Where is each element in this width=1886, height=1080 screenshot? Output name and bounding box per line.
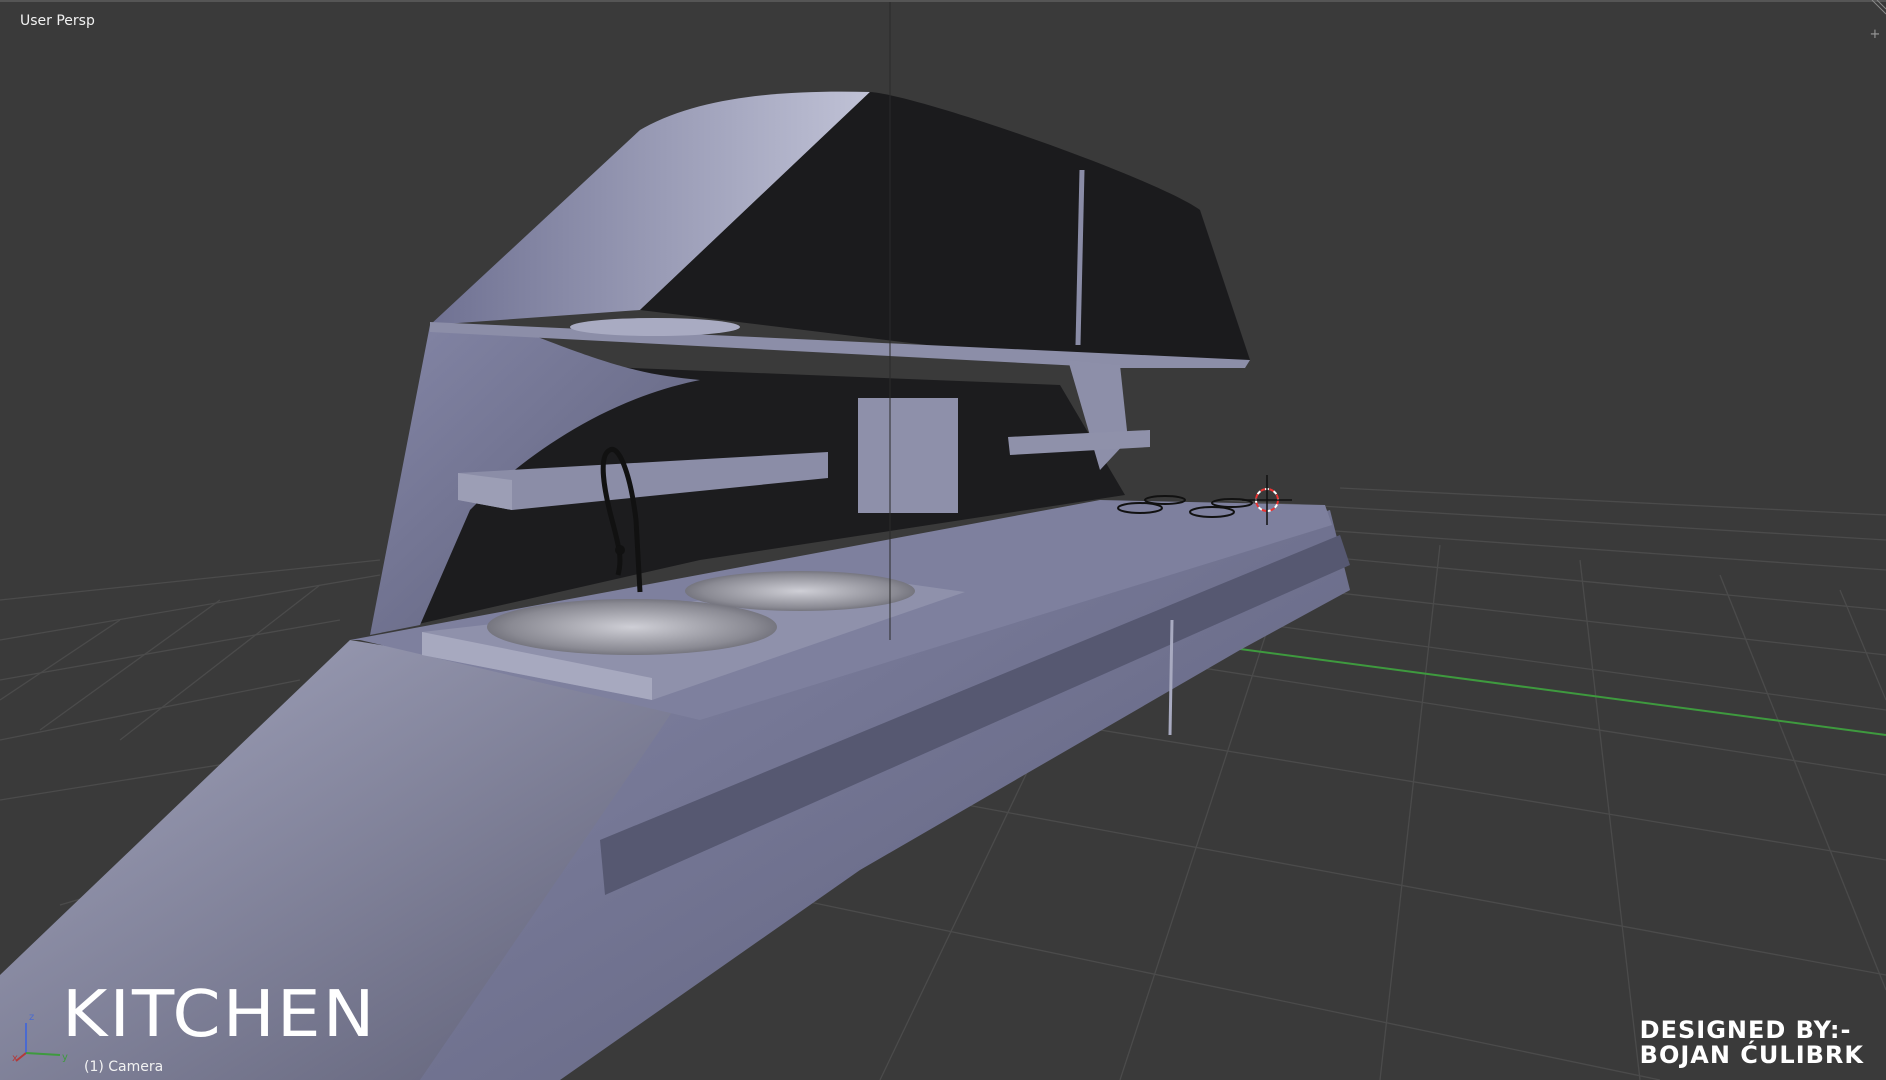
corner-grip-icon: [1871, 0, 1886, 15]
hood-light-fixture: [570, 318, 740, 336]
sink-basin-left: [487, 599, 777, 655]
3d-viewport[interactable]: User Persp + KITCHEN DESIGNED BY:- BOJAN…: [0, 0, 1886, 1080]
view-mode-label: User Persp: [20, 13, 95, 29]
y-axis-gizmo: [25, 1052, 61, 1056]
faucet-head: [615, 545, 625, 555]
kitchen-title-overlay: KITCHEN: [62, 978, 377, 1052]
plus-icon: +: [1869, 27, 1881, 42]
y-axis-label: y: [62, 1052, 68, 1063]
axis-orientation-gizmo: z x y: [12, 1012, 68, 1064]
active-object-label: (1) Camera: [84, 1059, 164, 1075]
center-panel: [858, 398, 958, 513]
designer-credits: DESIGNED BY:- BOJAN ĆULIBRK: [1640, 1018, 1864, 1068]
area-split-corner[interactable]: [1868, 0, 1886, 18]
sink-basin-right: [685, 571, 915, 611]
z-axis-label: z: [29, 1012, 34, 1023]
credits-line-1: DESIGNED BY:-: [1639, 1016, 1852, 1044]
toggle-properties-button[interactable]: +: [1868, 28, 1882, 42]
credits-line-2: BOJAN ĆULIBRK: [1639, 1041, 1864, 1069]
x-axis-label: x: [12, 1053, 18, 1064]
scene-canvas[interactable]: [0, 0, 1886, 1080]
cabinet-seam: [1168, 619, 1174, 736]
